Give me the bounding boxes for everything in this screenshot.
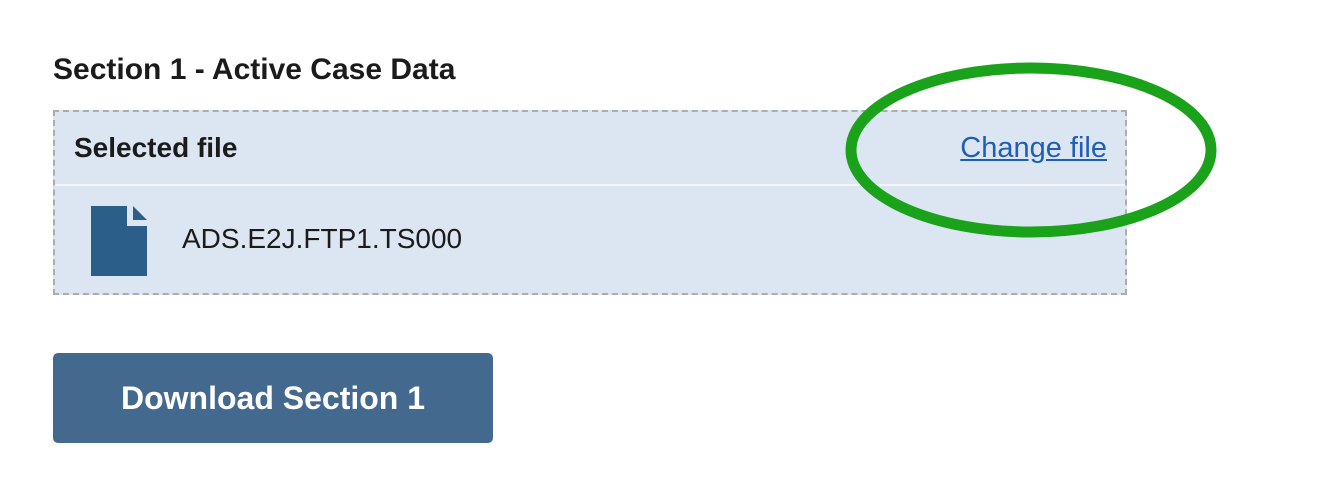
document-icon	[91, 206, 147, 276]
selected-file-header: Selected file Change file	[55, 112, 1125, 186]
selected-file-label: Selected file	[74, 132, 238, 163]
change-file-link[interactable]: Change file	[960, 130, 1107, 166]
file-name: ADS.E2J.FTP1.TS000	[182, 223, 463, 254]
download-section-button[interactable]: Download Section 1	[53, 353, 493, 443]
section-title: Section 1 - Active Case Data	[53, 53, 456, 86]
selected-file-panel: Selected file Change file ADS.E2J.FTP1.T…	[53, 110, 1127, 295]
selected-file-row: ADS.E2J.FTP1.TS000	[55, 186, 1125, 295]
page: Section 1 - Active Case Data Selected fi…	[0, 0, 1330, 480]
